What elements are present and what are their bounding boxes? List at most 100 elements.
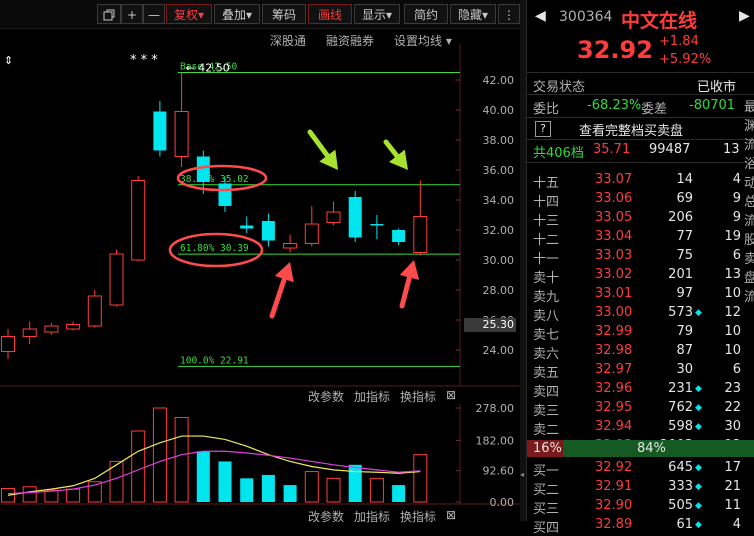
clipped-label: 盘: [744, 271, 754, 286]
volume-bar: [66, 488, 81, 503]
level-volume: 75: [676, 248, 693, 263]
edit-params-button-2[interactable]: 改参数: [308, 508, 344, 525]
add-indicator-button[interactable]: 加指标: [354, 388, 390, 405]
order-marker-icon: ◆: [695, 422, 702, 432]
volume-bar: [283, 485, 297, 502]
ask-row[interactable]: 卖六 32.98 87 10: [527, 342, 754, 362]
level-price: 32.94: [595, 419, 633, 434]
kline-chart[interactable]: Base 42.5038.20% 35.0261.80% 30.39100.0%…: [0, 0, 520, 521]
weicha-label: 委差: [641, 102, 668, 117]
ask-row[interactable]: 卖五 32.97 30 6: [527, 361, 754, 381]
switch-indicator-button-2[interactable]: 换指标: [400, 508, 436, 525]
ask-row[interactable]: 十一 33.03 75 6: [527, 247, 754, 267]
candle-body: [44, 325, 59, 333]
level-label: 买一: [533, 464, 560, 479]
level-label: 卖八: [533, 309, 560, 324]
candle-body: [348, 197, 362, 238]
level-volume: 598: [668, 419, 693, 434]
level-price: 33.07: [595, 172, 633, 187]
add-indicator-button-2[interactable]: 加指标: [354, 508, 390, 525]
ask-row[interactable]: 卖八 33.00 573 12 ◆: [527, 304, 754, 324]
level-label: 买四: [533, 521, 560, 536]
level-label: 卖七: [533, 328, 560, 343]
high-marker-label: ← 42.50: [186, 62, 230, 75]
level-count: 12: [724, 305, 741, 320]
current-price-tag: 25.30: [464, 318, 516, 332]
red-arrow-icon-head: [399, 260, 420, 280]
volume-bar: [218, 461, 232, 502]
ask-row[interactable]: 卖七 32.99 79 10: [527, 323, 754, 343]
candle-body: [392, 230, 406, 242]
clipped-label: 动: [744, 176, 754, 191]
close-panel-icon-2[interactable]: ⊠: [446, 508, 456, 522]
ask-row[interactable]: 卖三 32.95 762 22 ◆: [527, 399, 754, 419]
bid-row[interactable]: 买三 32.90 505 11 ◆: [527, 497, 754, 517]
ask-row[interactable]: 十三 33.05 206 9: [527, 209, 754, 229]
back-icon[interactable]: ◀: [535, 8, 546, 24]
buy-sell-ratio-bar: 16% 84%: [527, 440, 754, 457]
ask-row[interactable]: 十五 33.07 14 4: [527, 171, 754, 191]
volume-bar: [369, 477, 384, 503]
next-icon[interactable]: ▶: [739, 8, 750, 24]
ask-row[interactable]: 卖十 33.02 201 13: [527, 266, 754, 286]
level-count: 17: [724, 460, 741, 475]
edit-params-button[interactable]: 改参数: [308, 388, 344, 405]
level-count: 13: [724, 267, 741, 282]
clipped-label: 浴: [744, 157, 754, 172]
volume-bar: [131, 430, 146, 503]
level-volume: 97: [676, 286, 693, 301]
order-marker-icon: ◆: [695, 501, 702, 511]
level-count: 30: [724, 419, 741, 434]
ask-row[interactable]: 卖九 33.01 97 10: [527, 285, 754, 305]
help-icon[interactable]: ?: [535, 121, 551, 137]
level-count: 10: [724, 324, 741, 339]
level-label: 十二: [533, 233, 560, 248]
level-label: 十一: [533, 252, 560, 267]
close-panel-icon[interactable]: ⊠: [446, 388, 456, 402]
price-change: +1.84: [659, 34, 699, 49]
bid-row[interactable]: 买四 32.89 61 4 ◆: [527, 516, 754, 536]
level-count: 19: [724, 229, 741, 244]
ask-row[interactable]: 十四 33.06 69 9: [527, 190, 754, 210]
volume-bar: [174, 416, 189, 503]
level-count: 23: [724, 381, 741, 396]
trade-status: 已收市: [697, 80, 737, 95]
level-volume: 79: [676, 324, 693, 339]
level-price: 33.02: [595, 267, 633, 282]
level-price: 33.05: [595, 210, 633, 225]
clipped-label: 卖: [744, 252, 754, 267]
ask-row[interactable]: 卖四 32.96 231 23 ◆: [527, 380, 754, 400]
level-count: 21: [724, 479, 741, 494]
full-order-book-button[interactable]: 查看完整档买卖盘: [579, 120, 683, 139]
level-price: 33.00: [595, 305, 633, 320]
level-count: 6: [732, 248, 741, 263]
scroll-arrows-icon: ⇕: [4, 54, 13, 67]
y-tick-label: 30.00: [483, 254, 515, 267]
order-marker-icon: ◆: [695, 520, 702, 530]
sell-ratio-text: 16%: [533, 441, 562, 456]
level-count: 4: [732, 517, 741, 532]
volume-tick-label: 278.00: [476, 402, 515, 415]
y-tick-label: 38.00: [483, 134, 515, 147]
level-label: 卖六: [533, 347, 560, 362]
level-price: 33.04: [595, 229, 633, 244]
bid-row[interactable]: 买一 32.92 645 17 ◆: [527, 459, 754, 479]
bid-row[interactable]: 买二 32.91 333 21 ◆: [527, 478, 754, 498]
buy-ratio-text: 84%: [637, 441, 666, 456]
level-volume: 762: [668, 400, 693, 415]
level-volume: 206: [668, 210, 693, 225]
clipped-side-panel: 最渊流浴动总流股卖盘流: [744, 96, 754, 516]
switch-indicator-button[interactable]: 换指标: [400, 388, 436, 405]
level-label: 卖十: [533, 271, 560, 286]
volume-bar: [240, 478, 254, 502]
quote-panel: ◀ 300364 中文在线 ▶ 32.92 +1.84 +5.92% 交易状态 …: [526, 0, 754, 536]
ask-row[interactable]: 卖二 32.94 598 30 ◆: [527, 418, 754, 438]
level-label: 卖九: [533, 290, 560, 305]
level-price: 33.06: [595, 191, 633, 206]
clipped-label: 总: [744, 195, 754, 210]
ask-row[interactable]: 十二 33.04 77 19: [527, 228, 754, 248]
y-tick-label: 42.00: [483, 74, 515, 87]
candle-body: [413, 216, 428, 253]
level-price: 32.89: [595, 517, 633, 532]
trade-status-label: 交易状态: [533, 80, 586, 95]
